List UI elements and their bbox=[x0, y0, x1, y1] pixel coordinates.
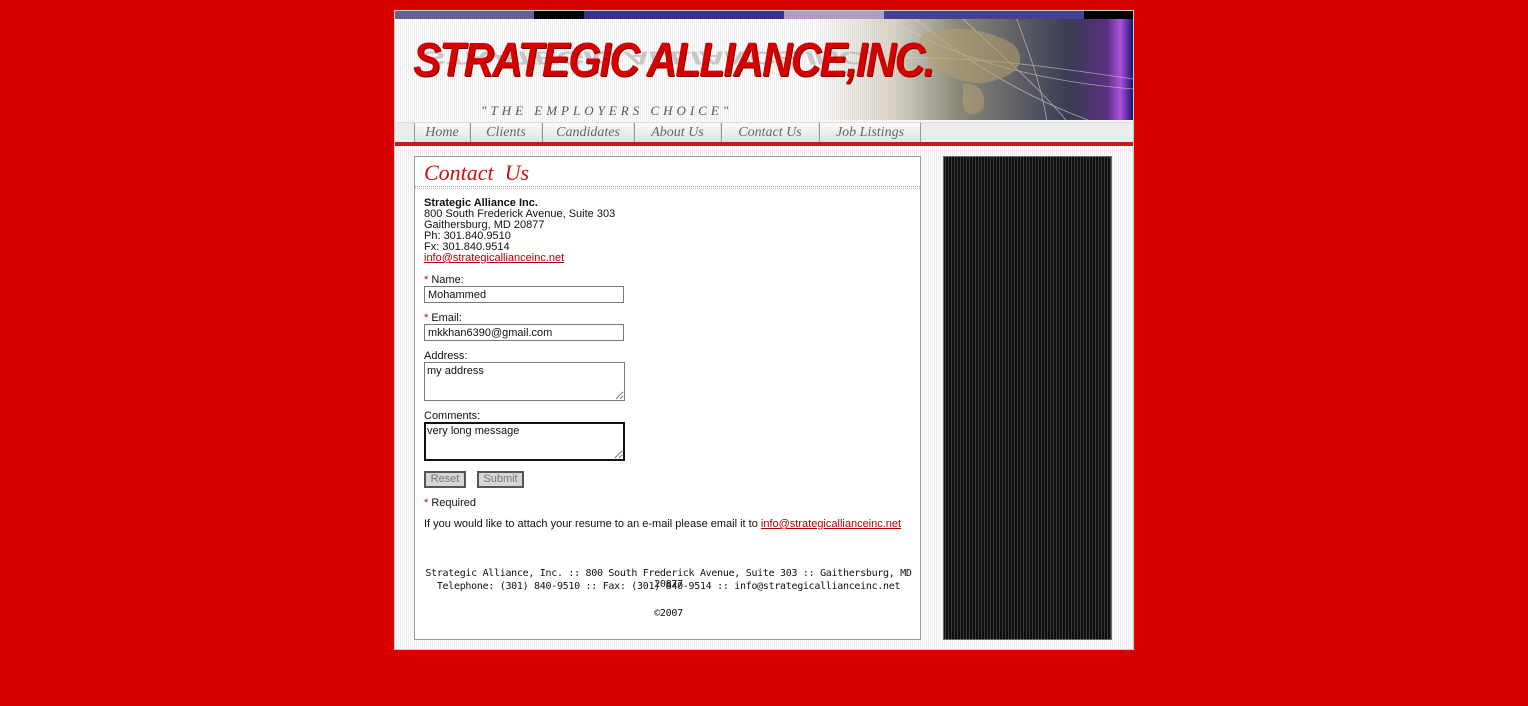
company-email-link[interactable]: info@strategicallianceinc.net bbox=[424, 252, 564, 264]
nav-candidates[interactable]: Candidates bbox=[542, 123, 634, 142]
attach-resume-note: If you would like to attach your resume … bbox=[424, 518, 901, 530]
nav-about-us[interactable]: About Us bbox=[634, 123, 721, 142]
name-input[interactable] bbox=[424, 286, 624, 303]
company-address-block: Strategic Alliance Inc. 800 South Freder… bbox=[424, 198, 615, 264]
color-bar-segment bbox=[1084, 11, 1133, 19]
color-bar-segment bbox=[584, 11, 784, 19]
required-note: * Required bbox=[424, 497, 476, 509]
page-title: Contact Us bbox=[424, 160, 530, 185]
footer-contact-line: Telephone: (301) 840-9510 :: Fax: (301) … bbox=[436, 581, 901, 592]
site-logo[interactable]: STRATEGIC ALLIANCE,INC. bbox=[413, 33, 935, 88]
address-label: Address: bbox=[424, 350, 468, 362]
comments-textarea[interactable]: very long message bbox=[424, 422, 625, 461]
title-divider bbox=[415, 188, 920, 189]
email-label-text: Email: bbox=[431, 312, 462, 324]
required-asterisk: * bbox=[424, 497, 429, 509]
color-bar-segment bbox=[784, 11, 884, 19]
email-label: * Email: bbox=[424, 312, 462, 324]
nav-clients[interactable]: Clients bbox=[470, 123, 542, 142]
submit-button[interactable]: Submit bbox=[477, 471, 524, 488]
header-color-bar bbox=[395, 11, 1133, 19]
nav-divider bbox=[395, 142, 1133, 146]
nav-home[interactable]: Home bbox=[414, 123, 470, 142]
required-note-text: Required bbox=[431, 497, 476, 509]
nav-contact-us[interactable]: Contact Us bbox=[721, 123, 819, 142]
main-nav: Home Clients Candidates About Us Contact… bbox=[395, 122, 1133, 143]
attach-email-link[interactable]: info@strategicallianceinc.net bbox=[761, 518, 901, 530]
site-header: STRATEGIC ALLIANCE,INC. STRATEGIC ALLIAN… bbox=[395, 19, 1133, 120]
color-bar-segment bbox=[534, 11, 584, 19]
contact-panel: Contact Us Strategic Alliance Inc. 800 S… bbox=[414, 156, 921, 640]
site-container: STRATEGIC ALLIANCE,INC. STRATEGIC ALLIAN… bbox=[394, 10, 1134, 650]
required-asterisk: * bbox=[424, 274, 429, 286]
comments-label: Comments: bbox=[424, 410, 481, 422]
nav-job-listings[interactable]: Job Listings bbox=[819, 123, 921, 142]
name-label-text: Name: bbox=[431, 274, 464, 286]
email-input[interactable] bbox=[424, 324, 624, 341]
required-asterisk: * bbox=[424, 312, 429, 324]
attach-note-text: If you would like to attach your resume … bbox=[424, 518, 758, 530]
color-bar-segment bbox=[884, 11, 1084, 19]
color-bar-segment bbox=[395, 11, 534, 19]
footer-copyright: ©2007 bbox=[654, 608, 683, 619]
site-tagline: "THE EMPLOYERS CHOICE" bbox=[481, 103, 733, 118]
sidebar-dark-panel bbox=[943, 156, 1112, 640]
name-label: * Name: bbox=[424, 274, 464, 286]
address-textarea[interactable]: my address bbox=[424, 362, 625, 401]
title-divider bbox=[415, 186, 920, 187]
reset-button[interactable]: Reset bbox=[424, 471, 466, 488]
